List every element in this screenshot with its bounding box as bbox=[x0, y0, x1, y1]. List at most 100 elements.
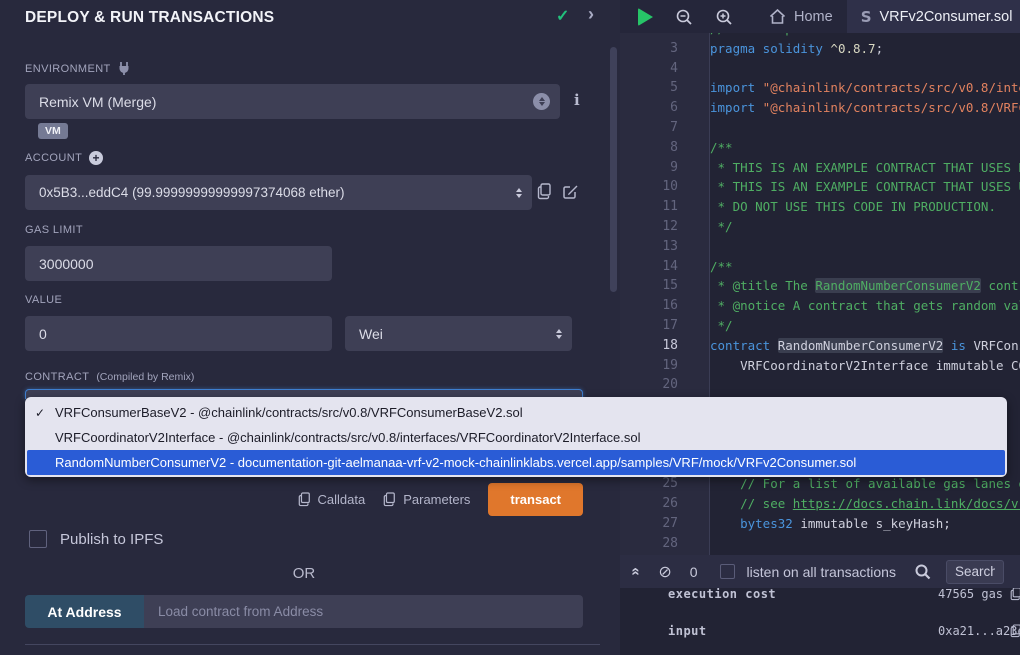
line-number: 6 bbox=[620, 98, 678, 118]
line-number: 19 bbox=[620, 356, 678, 376]
value-input[interactable] bbox=[25, 316, 332, 351]
line-number: 13 bbox=[620, 237, 678, 257]
plug-icon bbox=[118, 62, 130, 75]
contract-label: CONTRACT (Compiled by Remix) bbox=[25, 371, 194, 383]
deploy-actions-row: Calldata Parameters transact bbox=[25, 482, 583, 516]
collapse-icon[interactable]: « bbox=[628, 567, 645, 575]
at-address-button[interactable]: At Address bbox=[25, 595, 144, 628]
code-line: */ bbox=[710, 217, 1020, 237]
code-line: bytes32 immutable s_keyHash; bbox=[710, 514, 1020, 534]
dropdown-option[interactable]: ✓VRFConsumerBaseV2 - @chainlink/contract… bbox=[27, 400, 1005, 425]
listen-checkbox[interactable] bbox=[720, 564, 735, 579]
terminal-toolbar: « ⊘ 0 listen on all transactions bbox=[620, 555, 1020, 588]
terminal-value: 47565 gas bbox=[938, 588, 1003, 601]
solidity-icon: S bbox=[861, 8, 872, 26]
line-number: 9 bbox=[620, 158, 678, 178]
code-line: VRFCoordinatorV2Interface immutable COOR… bbox=[710, 356, 1020, 376]
line-number: 12 bbox=[620, 217, 678, 237]
tab-file-label: VRFv2Consumer.sol bbox=[880, 9, 1013, 25]
code-line: // An example of a consumer contract tha… bbox=[710, 33, 1020, 39]
line-number: 28 bbox=[620, 534, 678, 554]
tab-active-file[interactable]: S VRFv2Consumer.sol × bbox=[847, 0, 1020, 33]
code-line bbox=[710, 118, 1020, 138]
code-line: * THIS IS AN EXAMPLE CONTRACT THAT USES … bbox=[710, 158, 1020, 178]
vm-badge: VM bbox=[38, 123, 68, 139]
line-number: 27 bbox=[620, 514, 678, 534]
dropdown-option[interactable]: RandomNumberConsumerV2 - documentation-g… bbox=[27, 450, 1005, 475]
line-number: 8 bbox=[620, 138, 678, 158]
gas-limit-label: GAS LIMIT bbox=[25, 224, 83, 236]
select-arrows-icon bbox=[556, 329, 562, 339]
gas-limit-input[interactable] bbox=[25, 246, 332, 281]
publish-row: Publish to IPFS bbox=[29, 530, 163, 548]
line-number: 26 bbox=[620, 494, 678, 514]
search-icon bbox=[914, 563, 932, 581]
block-icon[interactable]: ⊘ bbox=[658, 562, 671, 582]
code-line bbox=[710, 59, 1020, 79]
contract-sublabel: (Compiled by Remix) bbox=[96, 371, 194, 383]
editor-tabbar: Home S VRFv2Consumer.sol × bbox=[620, 0, 1020, 33]
calldata-button[interactable]: Calldata bbox=[298, 492, 366, 507]
code-line: * THIS IS AN EXAMPLE CONTRACT THAT USES … bbox=[710, 177, 1020, 197]
listen-count: 0 bbox=[690, 564, 698, 580]
publish-checkbox[interactable] bbox=[29, 530, 47, 548]
at-address-row: At Address bbox=[25, 595, 583, 628]
line-number: 20 bbox=[620, 375, 678, 395]
copy-icon bbox=[383, 492, 396, 507]
edit-icon[interactable] bbox=[562, 183, 579, 200]
copy-icon[interactable] bbox=[1010, 624, 1020, 638]
line-number: 3 bbox=[620, 39, 678, 59]
select-arrows-icon bbox=[516, 188, 522, 198]
line-number: 4 bbox=[620, 59, 678, 79]
zoom-in-icon[interactable] bbox=[715, 8, 733, 26]
copy-icon[interactable] bbox=[537, 183, 552, 200]
parameters-button[interactable]: Parameters bbox=[383, 492, 470, 507]
home-icon bbox=[769, 9, 786, 25]
line-number: 16 bbox=[620, 296, 678, 316]
code-line bbox=[710, 534, 1020, 554]
dropdown-option[interactable]: VRFCoordinatorV2Interface - @chainlink/c… bbox=[27, 425, 1005, 450]
code-line: * @notice A contract that gets random va… bbox=[710, 296, 1020, 316]
line-number: 11 bbox=[620, 197, 678, 217]
terminal-search-input[interactable] bbox=[946, 560, 1004, 584]
tab-home[interactable]: Home bbox=[755, 0, 847, 33]
code-line: pragma solidity ^0.8.7; bbox=[710, 39, 1020, 59]
account-select[interactable]: 0x5B3...eddC4 (99.99999999999997374068 e… bbox=[25, 175, 532, 210]
page-title: DEPLOY & RUN TRANSACTIONS bbox=[25, 9, 274, 27]
code-line: // For a list of available gas lanes on … bbox=[710, 474, 1020, 494]
line-number: 17 bbox=[620, 316, 678, 336]
code-line: contract RandomNumberConsumerV2 is VRFCo… bbox=[710, 336, 1020, 356]
account-label: ACCOUNT + bbox=[25, 151, 103, 165]
value-unit: Wei bbox=[359, 326, 556, 342]
code-line: * @title The RandomNumberConsumerV2 cont… bbox=[710, 276, 1020, 296]
play-icon[interactable] bbox=[638, 8, 653, 26]
copy-icon bbox=[298, 492, 311, 507]
copy-icon[interactable] bbox=[1010, 588, 1020, 601]
or-divider: OR bbox=[25, 565, 583, 582]
chevron-right-icon[interactable]: › bbox=[588, 4, 594, 25]
line-number: 18 bbox=[620, 336, 678, 356]
line-number: 25 bbox=[620, 474, 678, 494]
environment-select[interactable]: Remix VM (Merge) bbox=[25, 84, 560, 119]
panel-scrollbar[interactable] bbox=[610, 47, 617, 292]
value-unit-select[interactable]: Wei bbox=[345, 316, 572, 351]
at-address-input[interactable] bbox=[144, 595, 583, 628]
tab-home-label: Home bbox=[794, 9, 833, 25]
code-line: * DO NOT USE THIS CODE IN PRODUCTION. bbox=[710, 197, 1020, 217]
environment-label: ENVIRONMENT bbox=[25, 62, 130, 75]
contract-dropdown-popup: ✓VRFConsumerBaseV2 - @chainlink/contract… bbox=[25, 397, 1007, 477]
terminal-value: 0xa21...a23e4 bbox=[938, 624, 1020, 638]
terminal-key: execution cost bbox=[668, 588, 776, 601]
line-number: 7 bbox=[620, 118, 678, 138]
line-number: 15 bbox=[620, 276, 678, 296]
code-line: /** bbox=[710, 257, 1020, 277]
zoom-out-icon[interactable] bbox=[675, 8, 693, 26]
plus-circle-icon[interactable]: + bbox=[89, 151, 103, 165]
info-icon[interactable]: i bbox=[574, 91, 580, 109]
terminal-output[interactable]: execution cost47565 gasinput0xa21...a23e… bbox=[620, 588, 1020, 655]
code-line bbox=[710, 237, 1020, 257]
account-value: 0x5B3...eddC4 (99.99999999999997374068 e… bbox=[39, 185, 516, 200]
line-number: 10 bbox=[620, 177, 678, 197]
transact-button[interactable]: transact bbox=[488, 483, 583, 516]
code-line bbox=[710, 375, 1020, 395]
